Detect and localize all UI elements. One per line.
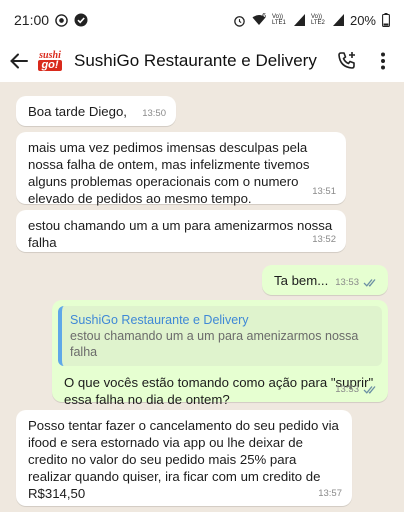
- wifi-icon: 6: [252, 13, 266, 26]
- double-check-icon: [363, 385, 378, 394]
- message-text: Posso tentar fazer o cancelamento do seu…: [28, 418, 339, 501]
- contact-avatar[interactable]: sushi go!: [36, 47, 64, 75]
- message-time: 13:52: [312, 234, 336, 245]
- quoted-message[interactable]: SushiGo Restaurante e Delivery estou cha…: [58, 306, 382, 366]
- message-incoming[interactable]: mais uma vez pedimos imensas desculpas p…: [16, 132, 346, 206]
- message-list[interactable]: Boa tarde Diego, 13:50 mais uma vez pedi…: [0, 82, 404, 512]
- message-incoming[interactable]: Posso tentar fazer o cancelamento do seu…: [16, 410, 352, 506]
- message-text: estou chamando um a um para amenizarmos …: [28, 218, 333, 250]
- back-arrow-icon: [10, 53, 28, 69]
- quoted-text: estou chamando um a um para amenizarmos …: [70, 329, 359, 359]
- network-2-label: Vo)) LTE2: [310, 14, 325, 26]
- battery-icon: [382, 13, 390, 27]
- quoted-author: SushiGo Restaurante e Delivery: [70, 313, 249, 327]
- avatar-logo-line2: go!: [38, 60, 62, 71]
- back-button[interactable]: [8, 50, 30, 72]
- add-call-icon: [338, 52, 355, 69]
- double-check-icon: [363, 278, 378, 287]
- check-circle-icon: [74, 13, 88, 27]
- more-options-button[interactable]: [370, 48, 396, 74]
- message-text: mais uma vez pedimos imensas desculpas p…: [28, 140, 310, 206]
- message-incoming[interactable]: Boa tarde Diego, 13:50: [16, 96, 176, 126]
- network-1-label: Vo)) LTE1: [271, 14, 286, 26]
- chat-title[interactable]: SushiGo Restaurante e Delivery: [74, 51, 324, 71]
- chat-header: sushi go! SushiGo Restaurante e Delivery: [0, 40, 404, 82]
- message-time: 13:50: [142, 108, 166, 119]
- message-outgoing[interactable]: Ta bem... 13:53: [262, 265, 388, 295]
- message-time: 13:53: [335, 277, 359, 288]
- status-bar: 21:00 6 Vo)) LTE1 Vo)) LTE2 20%: [0, 0, 404, 40]
- message-incoming[interactable]: estou chamando um a um para amenizarmos …: [16, 210, 346, 252]
- message-outgoing-reply[interactable]: SushiGo Restaurante e Delivery estou cha…: [52, 300, 388, 407]
- alarm-icon: [233, 14, 246, 27]
- more-vert-icon: [381, 52, 385, 70]
- battery-percent: 20%: [349, 12, 376, 28]
- message-time: 13:57: [318, 488, 342, 499]
- signal-1-icon: [293, 14, 305, 26]
- add-call-button[interactable]: [334, 48, 360, 74]
- message-time: 13:53: [335, 384, 359, 395]
- message-meta: 13:53: [335, 381, 378, 398]
- message-time: 13:51: [312, 186, 336, 197]
- status-time: 21:00: [14, 12, 50, 28]
- message-meta: 13:53: [335, 274, 378, 291]
- signal-2-icon: [332, 14, 344, 26]
- message-text: O que vocês estão tomando como ação para…: [64, 375, 374, 407]
- whatsapp-notification-icon: [55, 13, 68, 27]
